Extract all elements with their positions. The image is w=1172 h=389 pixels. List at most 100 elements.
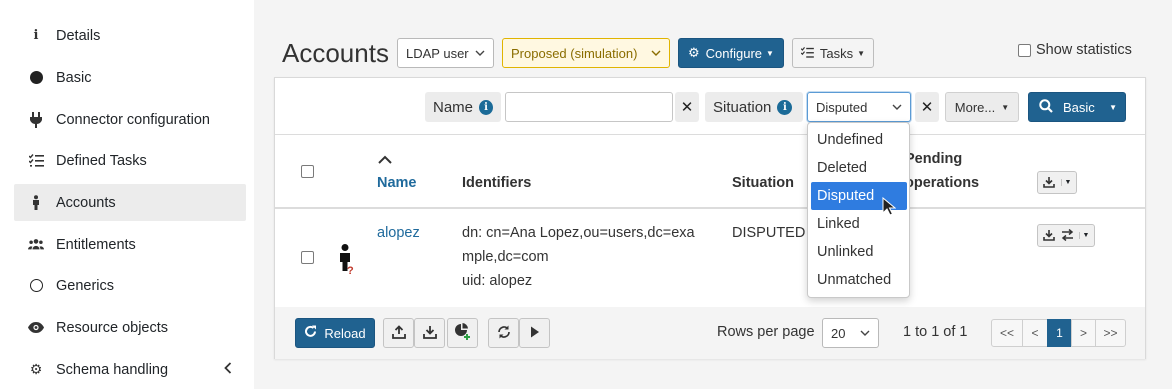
download-icon[interactable]: [1042, 228, 1055, 244]
chevron-down-icon: [475, 48, 485, 59]
account-disputed-icon: ?: [336, 243, 356, 278]
export-menu-button[interactable]: ▼: [1037, 171, 1077, 194]
rows-per-page-label: Rows per page: [717, 324, 815, 340]
situation-option-undefined[interactable]: Undefined: [811, 126, 907, 154]
sidebar: i Details Basic Connector configuration …: [0, 0, 254, 389]
rows-per-page-select[interactable]: 20: [822, 318, 879, 348]
main-content: Accounts LDAP user Proposed (simulation)…: [254, 0, 1172, 389]
more-filters-button[interactable]: More... ▼: [945, 92, 1019, 122]
identifiers-line-2: mple,dc=com: [462, 249, 549, 265]
account-name-link[interactable]: alopez: [377, 221, 420, 245]
situation-option-deleted[interactable]: Deleted: [811, 154, 907, 182]
situation-filter-label-text: Situation: [713, 98, 772, 116]
svg-text:?: ?: [347, 265, 354, 275]
sidebar-item-accounts[interactable]: Accounts: [14, 184, 246, 221]
download-icon: [422, 325, 437, 342]
configure-button[interactable]: ⚙ Configure ▼: [678, 38, 784, 68]
sidebar-item-label: Defined Tasks: [56, 152, 147, 169]
clear-name-filter-icon[interactable]: ✕: [675, 92, 699, 122]
accounts-table-panel: Name i ✕ Situation i Disputed ✕ More... …: [274, 77, 1146, 359]
users-icon: [28, 237, 44, 253]
info-icon[interactable]: i: [777, 99, 793, 115]
situation-dropdown-menu: Undefined Deleted Disputed Linked Unlink…: [807, 122, 910, 298]
clear-situation-filter-icon[interactable]: ✕: [915, 92, 939, 122]
situation-option-unlinked[interactable]: Unlinked: [811, 238, 907, 266]
page-title: Accounts: [282, 38, 389, 68]
upload-icon: [391, 324, 406, 342]
situation-option-unmatched[interactable]: Unmatched: [811, 266, 907, 294]
sidebar-item-basic[interactable]: Basic: [14, 59, 246, 96]
search-button[interactable]: Basic ▼: [1028, 92, 1126, 122]
search-mode-label: Basic: [1063, 99, 1095, 115]
caret-down-icon: ▼: [766, 48, 774, 58]
caret-down-icon[interactable]: ▼: [1078, 232, 1089, 239]
info-icon: i: [33, 28, 39, 43]
more-filters-label: More...: [954, 99, 996, 115]
refresh-settings-button[interactable]: [488, 318, 519, 348]
sidebar-item-resource-objects[interactable]: Resource objects: [14, 309, 246, 346]
row-actions-button[interactable]: ▼: [1037, 224, 1095, 247]
sort-up-icon[interactable]: [378, 151, 392, 167]
kind-select-value: LDAP user: [406, 45, 469, 61]
sidebar-item-generics[interactable]: Generics: [14, 267, 246, 304]
import-button[interactable]: [383, 318, 414, 348]
kind-select[interactable]: LDAP user: [397, 38, 494, 68]
reload-button[interactable]: Reload: [295, 318, 375, 348]
column-header-situation: Situation: [732, 175, 795, 191]
pagination-last[interactable]: >>: [1095, 319, 1126, 347]
sidebar-item-label: Resource objects: [56, 319, 169, 336]
play-icon: [530, 325, 540, 341]
chevron-down-icon: [860, 328, 870, 339]
sidebar-item-schema-handling[interactable]: ⚙ Schema handling: [14, 351, 246, 388]
circle-filled-icon: [28, 70, 44, 86]
info-icon[interactable]: i: [479, 99, 493, 115]
sidebar-item-label: Basic: [56, 69, 92, 86]
sidebar-item-details[interactable]: i Details: [14, 17, 246, 54]
export-button[interactable]: [414, 318, 445, 348]
column-header-name[interactable]: Name: [377, 175, 417, 191]
name-filter-input[interactable]: [505, 92, 673, 122]
chevron-down-icon: [892, 102, 902, 113]
caret-down-icon: ▼: [857, 48, 866, 58]
chevron-down-icon: [651, 48, 661, 59]
column-header-pending: Pending: [905, 151, 963, 167]
show-statistics-toggle[interactable]: Show statistics: [1018, 42, 1132, 58]
tasks-button[interactable]: Tasks ▼: [792, 38, 874, 68]
caret-down-icon: ▼: [1060, 179, 1071, 186]
lifecycle-select-value: Proposed (simulation): [511, 45, 638, 61]
pagination-first[interactable]: <<: [991, 319, 1023, 347]
sidebar-item-label: Generics: [56, 277, 115, 294]
caret-down-icon: ▼: [1001, 102, 1010, 112]
show-statistics-checkbox[interactable]: [1018, 43, 1031, 57]
swap-icon[interactable]: [1061, 228, 1074, 244]
sidebar-item-defined-tasks[interactable]: Defined Tasks: [14, 142, 246, 179]
create-report-button[interactable]: [447, 318, 478, 348]
situation-filter-value: Disputed: [816, 99, 868, 115]
task-list-icon: [800, 46, 814, 61]
pagination-range: 1 to 1 of 1: [903, 324, 968, 340]
lifecycle-select[interactable]: Proposed (simulation): [502, 38, 670, 68]
cogs-icon: ⚙: [29, 361, 43, 377]
chevron-left-icon[interactable]: [224, 361, 232, 379]
table-header: Name Identifiers Situation Pending opera…: [275, 135, 1145, 209]
play-button[interactable]: [519, 318, 550, 348]
situation-filter-select[interactable]: Disputed: [807, 92, 911, 122]
pagination-page-1[interactable]: 1: [1047, 319, 1072, 347]
sidebar-item-connector-configuration[interactable]: Connector configuration: [14, 101, 246, 138]
rows-per-page-value: 20: [831, 325, 846, 341]
reload-label: Reload: [324, 325, 366, 341]
search-filter-bar: Name i ✕ Situation i Disputed ✕ More... …: [275, 78, 1145, 135]
identifiers-line-3: uid: alopez: [462, 273, 533, 289]
row-checkbox[interactable]: [301, 251, 314, 264]
configure-label: Configure: [705, 45, 763, 61]
column-header-identifiers: Identifiers: [462, 175, 532, 191]
download-icon: [1042, 175, 1055, 191]
caret-down-icon[interactable]: ▼: [1109, 103, 1117, 112]
table-row[interactable]: ? alopez dn: cn=Ana Lopez,ou=users,dc=ex…: [275, 211, 1145, 307]
sidebar-item-entitlements[interactable]: Entitlements: [14, 226, 246, 263]
mouse-cursor-icon: [882, 196, 897, 220]
select-all-checkbox[interactable]: [301, 165, 314, 178]
pagination-prev[interactable]: <: [1022, 319, 1048, 347]
pagination-next[interactable]: >: [1071, 319, 1096, 347]
eye-icon: [28, 320, 44, 336]
